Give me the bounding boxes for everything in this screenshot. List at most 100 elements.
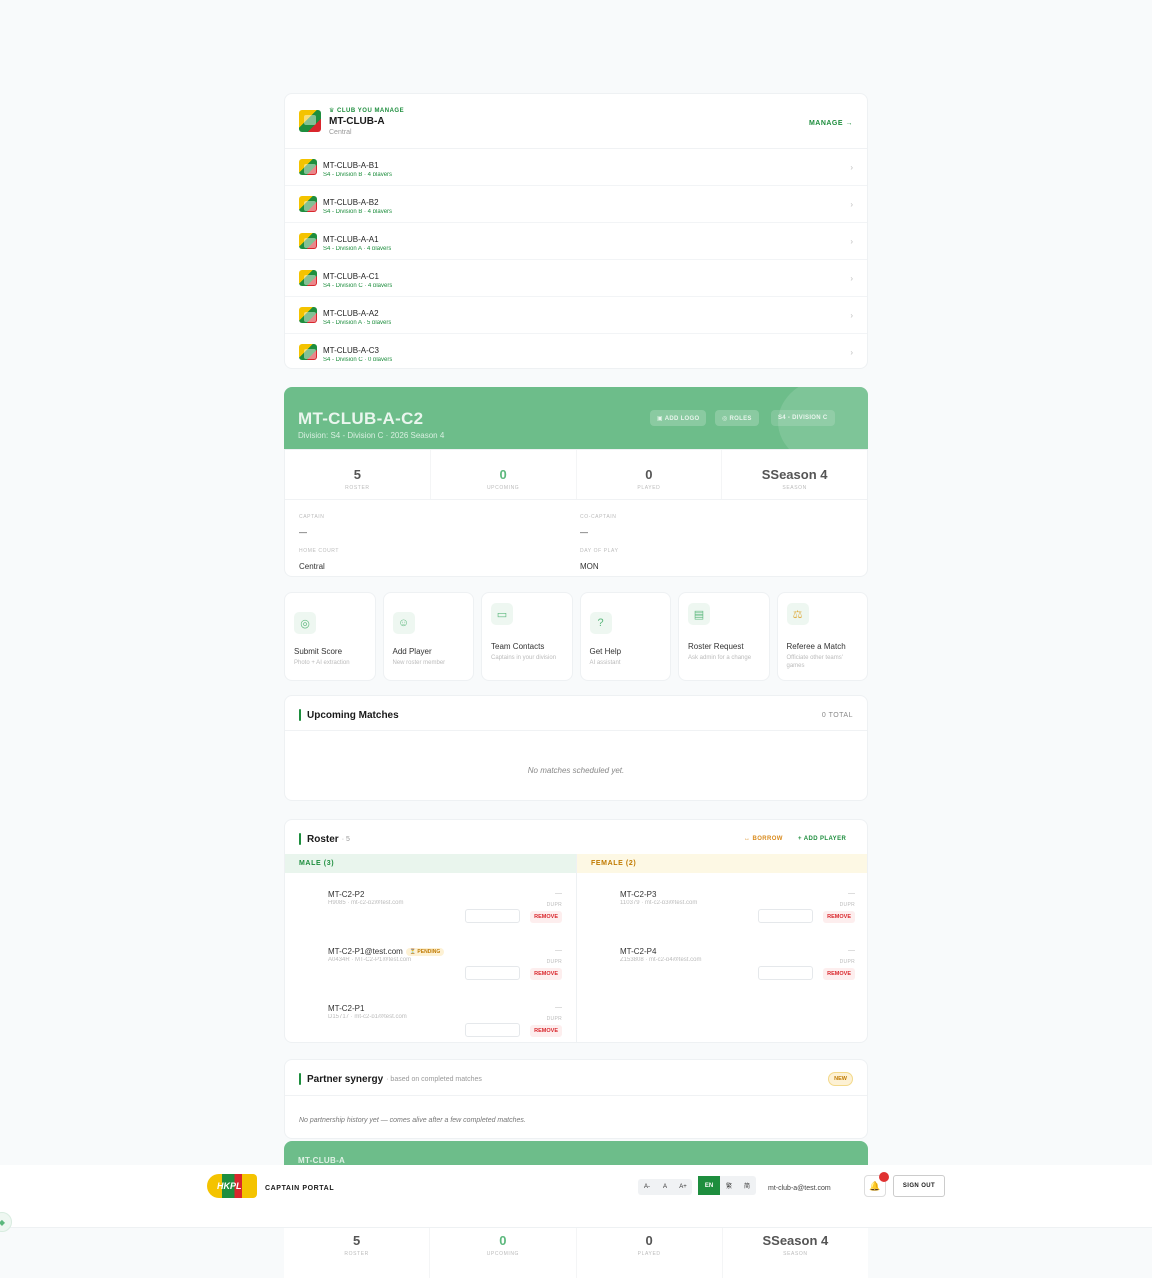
player-email: Z153808 · mt-c2-p4@test.com — [620, 957, 702, 961]
stat-label: SEASON — [782, 485, 807, 491]
stat-season: SSeason 4 SEASON — [722, 450, 867, 499]
team-row[interactable]: MT-CLUB-A-B1 S4 - Division B · 4 players › — [285, 149, 867, 186]
add-logo-button[interactable]: ▣ ADD LOGO — [650, 410, 707, 426]
dupr-input[interactable] — [465, 1023, 520, 1037]
remove-button[interactable]: REMOVE — [530, 968, 562, 980]
font-normal-button[interactable]: A — [656, 1179, 674, 1195]
font-smaller-button[interactable]: A- — [638, 1179, 656, 1195]
stats-row: 5 ROSTER 0 UPCOMING 0 PLAYED SSeason 4 SEASO… — [285, 450, 867, 500]
team-name: MT-CLUB-A-A1 — [323, 235, 379, 244]
player-name: MT-C2-P1 — [328, 1004, 365, 1013]
team-row[interactable]: MT-CLUB-A-B2 S4 - Division B · 4 players › — [285, 186, 867, 223]
get-help-button[interactable]: ? Get Help AI assistant — [579, 592, 671, 681]
next-team-stats: 5 ROSTER 0 UPCOMING 0 PLAYED SSeason 4 SEASO… — [284, 1228, 868, 1278]
player-name: MT-C2-P3 — [620, 890, 657, 899]
team-sub: S4 - Division C · 4 players — [323, 283, 393, 287]
team-row[interactable]: MT-CLUB-A-A1 S4 - Division A · 4 players › — [285, 223, 867, 260]
dupr-value: — — [555, 890, 562, 897]
dupr-input[interactable] — [758, 966, 813, 980]
hkpl-logo[interactable]: HKPL — [207, 1174, 257, 1198]
team-contacts-button[interactable]: ▭ Team Contacts Captains in your division — [481, 592, 573, 681]
team-sub: S4 - Division B · 4 players — [323, 172, 393, 176]
roles-button[interactable]: ◎ ROLES — [715, 410, 759, 426]
action-sub: New roster member — [392, 660, 446, 666]
borrow-button[interactable]: ↔ BORROW — [744, 836, 783, 842]
action-title: Roster Request — [688, 642, 744, 651]
roster-title-text: Roster — [307, 833, 339, 845]
lang-en-button[interactable]: EN — [698, 1176, 720, 1195]
club-logo — [299, 110, 321, 132]
lang-zh-hans-button[interactable]: 简 — [738, 1176, 756, 1195]
dupr-input[interactable] — [758, 909, 813, 923]
team-row[interactable]: MT-CLUB-A-C3 S4 - Division C · 0 players › — [285, 334, 867, 368]
lang-zh-hant-button[interactable]: 繁 — [720, 1176, 738, 1195]
stat-upcoming: 0 UPCOMING — [430, 1228, 577, 1278]
division-badge: S4 - DIVISION C — [771, 410, 835, 426]
team-logo — [299, 270, 317, 286]
team-hero: MT-CLUB-A-C2 Division: S4 - Division C ·… — [284, 387, 868, 449]
club-region: Central — [329, 128, 352, 136]
day-info: DAY OF PLAY MON — [580, 548, 619, 571]
action-sub: Captains in your division — [491, 655, 557, 661]
chevron-right-icon: › — [850, 162, 853, 172]
team-row[interactable]: MT-CLUB-A-C1 S4 - Division C · 4 players › — [285, 260, 867, 297]
female-column: FEMALE (2) MT-C2-P3 110379 · mt-c2-p3@te… — [577, 854, 867, 1042]
day-value: MON — [580, 562, 599, 571]
stat-label: PLAYED — [637, 1251, 661, 1257]
remove-button[interactable]: REMOVE — [823, 968, 855, 980]
dupr-label: DUPR — [839, 959, 855, 965]
add-player-button[interactable]: ☺ Add Player New roster member — [382, 592, 474, 681]
male-header: MALE (3) — [285, 854, 576, 873]
upcoming-empty: No matches scheduled yet. — [527, 766, 625, 775]
remove-button[interactable]: REMOVE — [530, 911, 562, 923]
notifications-button[interactable]: 🔔 — [864, 1172, 889, 1197]
sign-out-button[interactable]: SIGN OUT — [893, 1175, 945, 1197]
brand-text: HKPL — [217, 1181, 242, 1191]
submit-score-button[interactable]: ◎ Submit Score Photo + AI extraction — [284, 592, 376, 681]
dupr-input[interactable] — [465, 909, 520, 923]
stat-value: 0 — [499, 467, 507, 482]
stat-value: 0 — [645, 1233, 653, 1248]
dupr-label: DUPR — [839, 902, 855, 908]
quick-actions: ◎ Submit Score Photo + AI extraction ☺ Add … — [284, 592, 868, 681]
remove-button[interactable]: REMOVE — [823, 911, 855, 923]
player-email: A0434R · MT-C2-P1@test.com — [328, 957, 412, 961]
team-sub: S4 - Division A · 4 players — [323, 246, 392, 250]
player-row: MT-C2-P4 Z153808 · mt-c2-p4@test.com — D… — [620, 947, 855, 997]
player-name: MT-C2-P4 — [620, 947, 657, 956]
club-header: ♛ CLUB YOU MANAGE MT-CLUB-A Central MANA… — [285, 94, 867, 149]
chevron-right-icon: › — [850, 347, 853, 357]
team-logo — [299, 159, 317, 175]
clipboard-icon: ▤ — [688, 603, 710, 625]
add-player-link[interactable]: + ADD PLAYER — [798, 836, 846, 842]
pending-badge: ⏳ PENDING — [405, 948, 445, 956]
font-larger-button[interactable]: A+ — [674, 1179, 692, 1195]
referee-match-button[interactable]: ⚖ Referee a Match Officiate other teams' g… — [776, 592, 868, 681]
user-email: mt-club-a@test.com — [768, 1185, 831, 1192]
dupr-input[interactable] — [465, 966, 520, 980]
club-card: ♛ CLUB YOU MANAGE MT-CLUB-A Central MANA… — [284, 93, 868, 369]
team-subtitle: Division: S4 - Division C · 2026 Season … — [298, 431, 445, 440]
stat-label: PLAYED — [637, 485, 661, 491]
roster-request-button[interactable]: ▤ Roster Request Ask admin for a change — [678, 592, 770, 681]
stat-roster: 5 ROSTER — [284, 1228, 431, 1278]
next-team-name: MT-CLUB-A — [298, 1156, 346, 1165]
player-row: MT-C2-P1@test.com ⏳ PENDING A0434R · MT-C… — [328, 947, 562, 997]
team-logo — [299, 233, 317, 249]
remove-button[interactable]: REMOVE — [530, 1025, 562, 1037]
dupr-value: — — [848, 947, 855, 954]
bell-icon: 🔔 — [869, 1180, 881, 1191]
player-email: D15717 · mt-c2-p1@test.com — [328, 1014, 407, 1018]
upcoming-title: Upcoming Matches — [299, 709, 399, 721]
stat-label: ROSTER — [345, 485, 370, 491]
stat-label: UPCOMING — [486, 1251, 520, 1257]
action-sub: Photo + AI extraction — [294, 660, 350, 666]
team-row[interactable]: MT-CLUB-A-A2 S4 - Division A · 5 players › — [285, 297, 867, 334]
roster-count: · 5 — [341, 835, 350, 843]
manage-button[interactable]: MANAGE → — [809, 120, 853, 127]
upcoming-title-text: Upcoming Matches — [307, 709, 399, 721]
top-header: HKPL CAPTAIN PORTAL A- A A+ EN 繁 简 mt-cl… — [0, 1165, 1152, 1228]
chevron-right-icon: › — [850, 273, 853, 283]
action-title: Add Player — [392, 647, 432, 656]
notification-dot — [879, 1172, 889, 1182]
